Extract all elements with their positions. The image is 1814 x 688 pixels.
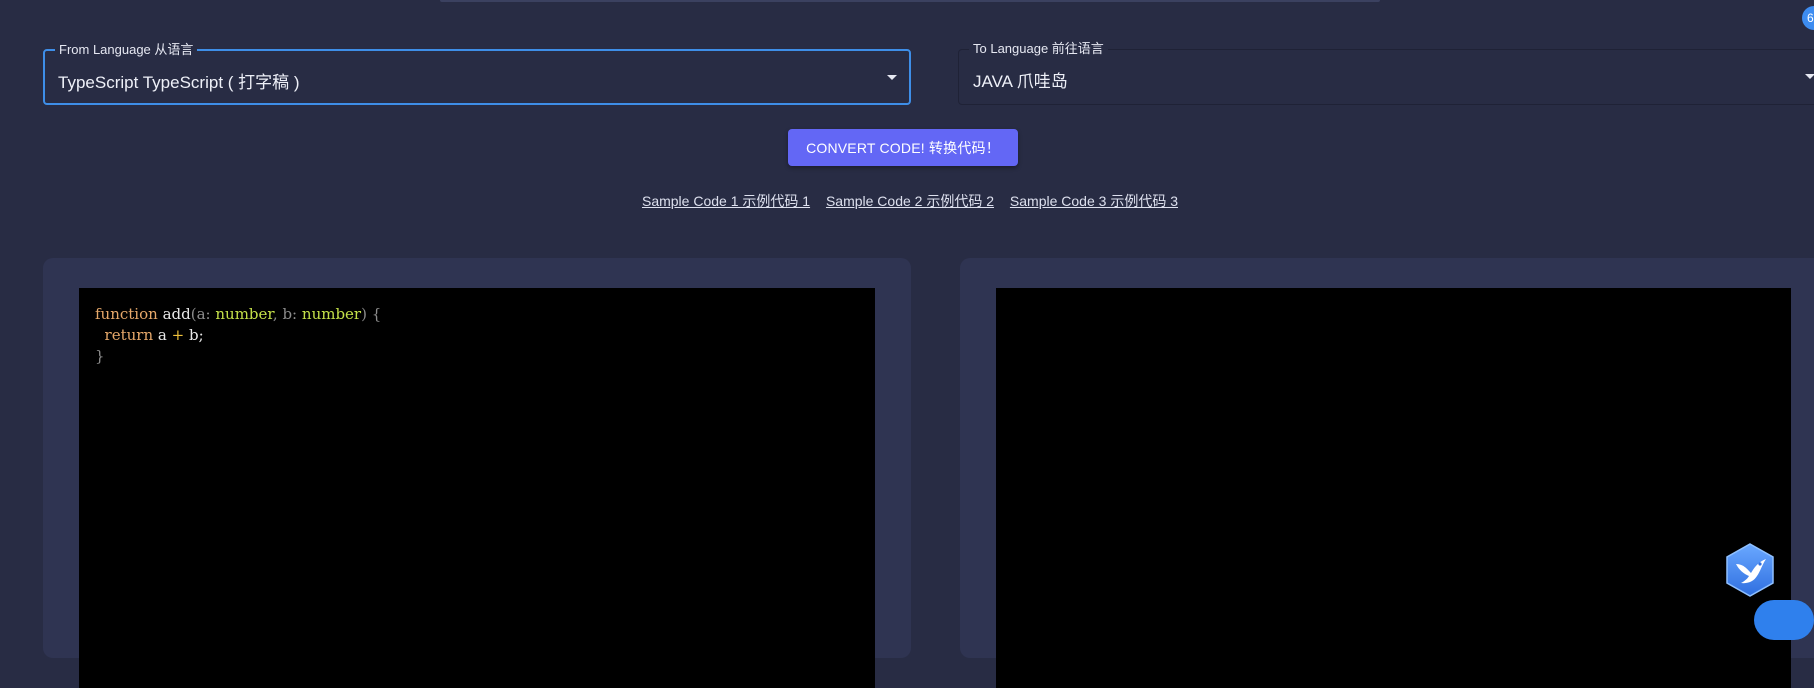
code-punctuation: ) { bbox=[361, 305, 382, 323]
code-function-name: add bbox=[162, 305, 191, 323]
code-keyword: function bbox=[95, 305, 158, 323]
source-code-editor[interactable]: function add(a: number, b: number) { ret… bbox=[79, 288, 875, 688]
code-operator: + bbox=[171, 326, 185, 344]
chevron-down-icon[interactable] bbox=[1805, 74, 1814, 79]
sample-code-1-link[interactable]: Sample Code 1 示例代码 1 bbox=[642, 193, 810, 209]
sample-code-3-link[interactable]: Sample Code 3 示例代码 3 bbox=[1010, 193, 1178, 209]
code-keyword: return bbox=[104, 326, 154, 344]
from-language-value: TypeScript TypeScript ( 打字稿 ) bbox=[58, 73, 300, 92]
target-code-panel bbox=[960, 258, 1814, 688]
to-language-label: To Language 前往语言 bbox=[969, 40, 1108, 58]
notification-badge[interactable]: 6 bbox=[1802, 6, 1814, 30]
code-punctuation: , b: bbox=[272, 305, 298, 323]
top-bar-edge bbox=[440, 0, 1380, 2]
sample-code-links: Sample Code 1 示例代码 1 Sample Code 2 示例代码 … bbox=[0, 191, 1814, 211]
sample-code-2-link[interactable]: Sample Code 2 示例代码 2 bbox=[826, 193, 994, 209]
source-code-panel: function add(a: number, b: number) { ret… bbox=[43, 258, 911, 688]
code-punctuation: (a: bbox=[190, 305, 211, 323]
code-type: number bbox=[301, 305, 362, 323]
target-code-editor[interactable] bbox=[996, 288, 1791, 688]
convert-code-button[interactable]: CONVERT CODE! 转换代码！ bbox=[788, 129, 1018, 166]
bird-logo-icon[interactable] bbox=[1724, 542, 1776, 598]
from-language-label: From Language 从语言 bbox=[55, 41, 198, 59]
code-punctuation: } bbox=[95, 347, 105, 365]
to-language-value: JAVA 爪哇岛 bbox=[973, 72, 1068, 91]
from-language-select[interactable]: From Language 从语言 TypeScript TypeScript … bbox=[43, 41, 911, 105]
code-variable: a bbox=[157, 326, 167, 344]
code-variable: b; bbox=[189, 326, 204, 344]
chevron-down-icon[interactable] bbox=[887, 75, 897, 80]
code-type: number bbox=[215, 305, 273, 323]
chat-fab-button[interactable] bbox=[1754, 600, 1814, 640]
source-code-text[interactable]: function add(a: number, b: number) { ret… bbox=[95, 304, 381, 367]
to-language-select[interactable]: To Language 前往语言 JAVA 爪哇岛 bbox=[958, 40, 1814, 105]
